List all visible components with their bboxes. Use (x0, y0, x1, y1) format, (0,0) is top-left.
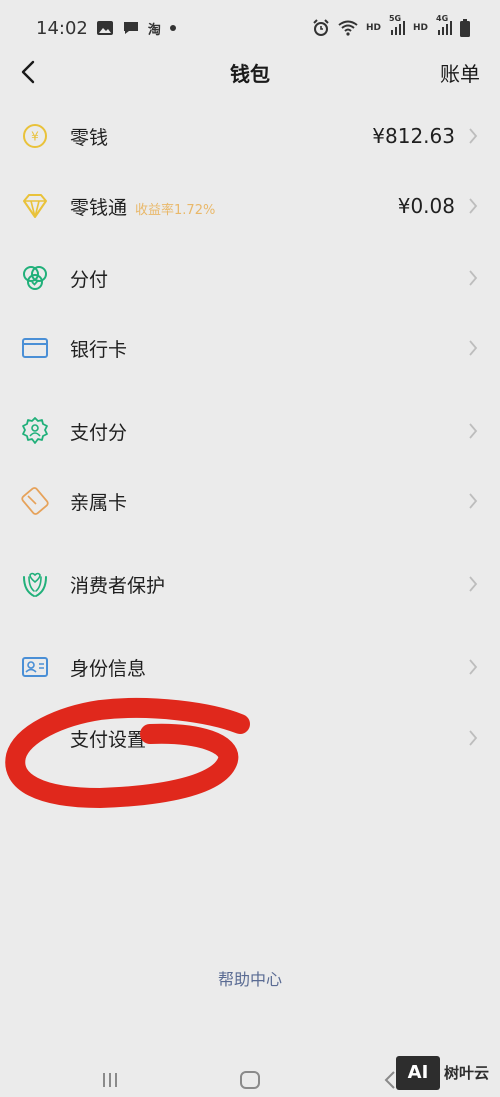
family-card-icon (20, 486, 50, 516)
menu-item-consumer-protection[interactable]: 消费者保护 (0, 554, 500, 614)
menu-label: 支付分 (70, 421, 128, 444)
battery-icon (460, 19, 470, 37)
id-card-icon (20, 652, 50, 682)
nav-bar: 钱包 账单 (0, 46, 500, 98)
network-5g-label: 5G (388, 14, 402, 23)
chevron-right-icon (466, 727, 480, 749)
wifi-icon (338, 20, 358, 36)
menu-item-lingqiantong[interactable]: 零钱通 收益率1.72% ¥0.08 (0, 176, 500, 236)
menu-label: 零钱通 收益率1.72% (70, 193, 215, 220)
menu-label: 支付设置 (70, 728, 147, 751)
hd-label-1: HD (365, 23, 381, 33)
chevron-right-icon (466, 125, 480, 147)
signal-5g-icon: 5G (389, 14, 405, 36)
menu-item-payscore[interactable]: 支付分 (0, 401, 500, 461)
help-center-link[interactable]: 帮助中心 (0, 966, 500, 990)
menu-label: 零钱 (70, 126, 109, 149)
bill-button[interactable]: 账单 (440, 58, 480, 87)
menu-label: 亲属卡 (70, 491, 128, 514)
status-time: 14:02 (36, 17, 88, 39)
svg-text:¥: ¥ (31, 130, 39, 144)
chevron-right-icon (466, 490, 480, 512)
diamond-icon (20, 191, 50, 221)
network-4g-label: 4G (436, 14, 449, 23)
balance-value: ¥812.63 (372, 124, 455, 148)
payscore-icon (20, 416, 50, 446)
chevron-right-icon (466, 656, 480, 678)
menu-label: 分付 (70, 268, 109, 291)
home-icon[interactable] (238, 1068, 262, 1092)
dot-icon (169, 24, 177, 32)
alarm-icon (312, 19, 330, 37)
chevron-right-icon (466, 337, 480, 359)
balance-value: ¥0.08 (397, 194, 455, 218)
yield-rate: 收益率1.72% (135, 202, 216, 218)
menu-item-family-card[interactable]: 亲属卡 (0, 471, 500, 531)
status-right: HD 5G HD 4G (312, 14, 470, 37)
message-icon (122, 20, 140, 36)
chevron-right-icon (466, 267, 480, 289)
chevron-right-icon (466, 195, 480, 217)
signal-4g-icon: 4G (436, 14, 452, 36)
menu-label-text: 零钱通 (70, 196, 128, 219)
page-title: 钱包 (230, 62, 270, 86)
menu-label: 消费者保护 (70, 574, 166, 597)
menu-item-payment-settings[interactable]: 支付设置 (0, 708, 500, 768)
watermark: AI 树叶云 (396, 1048, 500, 1097)
image-icon (96, 20, 114, 36)
consumer-protection-icon (20, 569, 50, 599)
status-left: 14:02 淘 (36, 18, 177, 39)
bank-card-icon (20, 333, 50, 363)
chevron-right-icon (466, 573, 480, 595)
menu-label: 身份信息 (70, 657, 147, 680)
watermark-logo: AI (396, 1055, 440, 1090)
menu-item-fenfu[interactable]: 分付 (0, 248, 500, 308)
hd-label-2: HD (412, 23, 428, 33)
yuan-coin-icon: ¥ (20, 121, 50, 151)
fenfu-icon (20, 263, 50, 293)
recent-apps-icon[interactable] (98, 1068, 122, 1092)
menu-label: 银行卡 (70, 338, 128, 361)
menu-item-change[interactable]: ¥ 零钱 ¥812.63 (0, 106, 500, 166)
watermark-text: 树叶云 (444, 1064, 490, 1082)
taobao-icon: 淘 (147, 22, 161, 38)
menu-item-identity-info[interactable]: 身份信息 (0, 637, 500, 697)
menu-item-bank-card[interactable]: 银行卡 (0, 318, 500, 378)
chevron-right-icon (466, 420, 480, 442)
